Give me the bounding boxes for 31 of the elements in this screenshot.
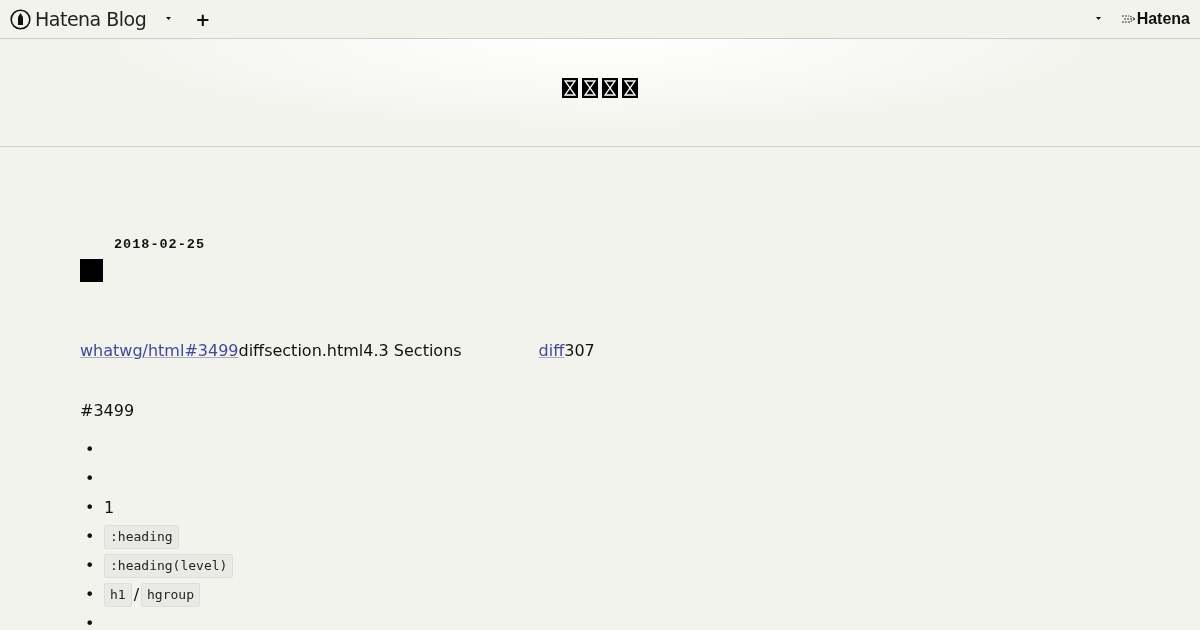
code-text: :heading (104, 525, 179, 549)
account-link[interactable]: Hatena (1136, 7, 1190, 31)
entry-date: 2018-02-25 (114, 236, 206, 254)
bullet: • (84, 438, 96, 461)
link[interactable]: whatwg/html#3499 (80, 341, 239, 361)
body-text: / (133, 583, 140, 606)
link[interactable]: diff (538, 341, 565, 361)
paragraph-text: #3499 (80, 400, 136, 423)
missing-glyph-icon (80, 259, 103, 283)
pen-logo-icon[interactable] (10, 8, 31, 30)
caret-icon (166, 17, 172, 21)
bullet: • (84, 612, 96, 630)
missing-glyph-icon (562, 77, 578, 98)
bullet: • (84, 554, 96, 577)
code-text: hgroup (141, 583, 200, 607)
caret-icon (1095, 17, 1101, 21)
missing-glyph-icon (602, 77, 618, 98)
wave-logo-icon (1120, 14, 1137, 24)
bullet: • (84, 525, 96, 548)
missing-glyph-icon (622, 77, 638, 98)
code-text: h1 (104, 583, 132, 607)
add-button[interactable]: + (191, 5, 215, 33)
bullet: • (84, 467, 96, 490)
body-text: 1 (104, 496, 115, 519)
brand-link[interactable]: Hatena Blog (35, 4, 147, 34)
body-text: 307 (564, 341, 595, 361)
missing-glyph-icon (582, 77, 598, 98)
body-text: diffsection.html4.3 Sections (238, 341, 462, 361)
bullet: • (84, 496, 96, 519)
code-text: :heading(level) (104, 554, 234, 578)
bullet: • (84, 583, 96, 606)
